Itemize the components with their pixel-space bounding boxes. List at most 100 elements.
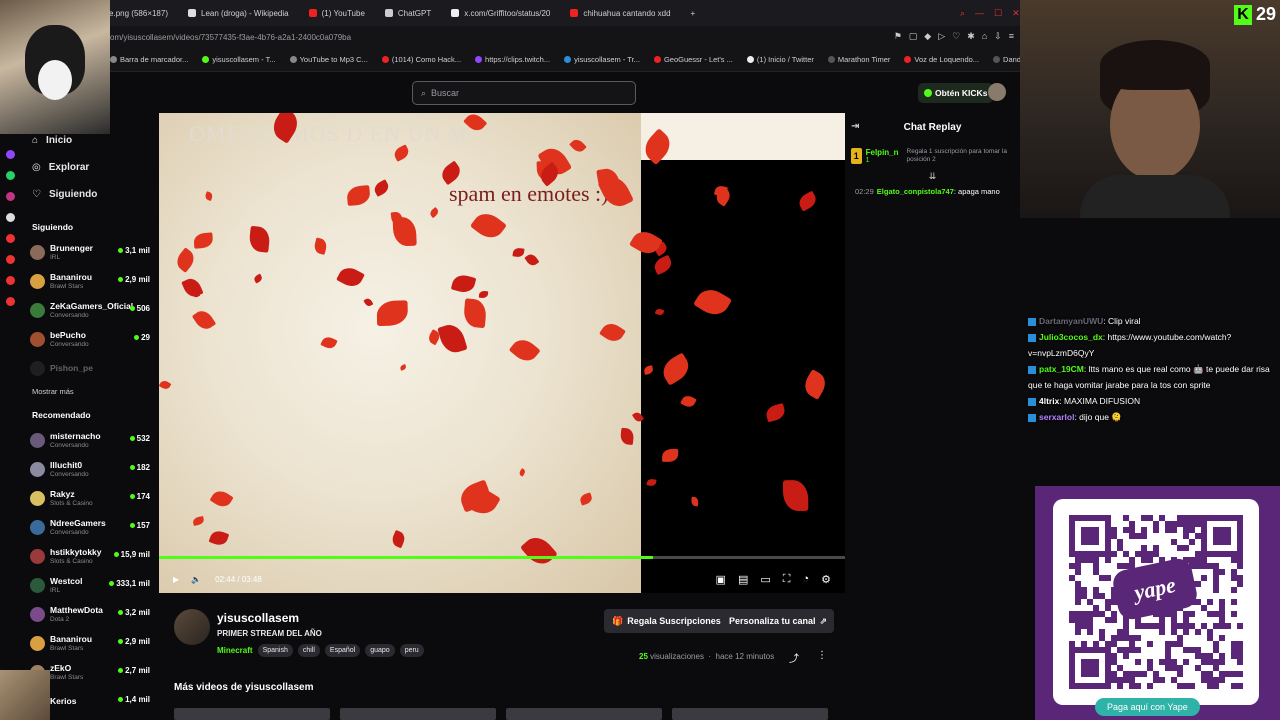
channel-meta: Bananirou Brawl Stars xyxy=(50,634,92,651)
channel-item[interactable]: hstikkytokky Slots & Casino 15,9 mil xyxy=(20,542,156,571)
bookmark-icon[interactable]: ⚑ xyxy=(894,31,902,42)
gift-subs-button[interactable]: 🎁 Regala Suscripciones xyxy=(604,609,729,633)
settings-gear-icon[interactable]: ⚙ xyxy=(821,573,831,586)
shield-icon[interactable]: ◆ xyxy=(924,31,931,42)
bookmark-item[interactable]: (1014) Como Hack... xyxy=(381,55,461,64)
heart-icon[interactable]: ♡ xyxy=(952,31,960,42)
customize-channel-button[interactable]: Personaliza tu canal ⇗ xyxy=(722,609,835,633)
channel-avatar[interactable] xyxy=(174,609,210,645)
bookmark-item[interactable]: Barra de marcador... xyxy=(110,55,188,64)
video-thumbnail[interactable] xyxy=(672,708,828,720)
lock-icon[interactable]: ⌂ xyxy=(982,31,987,42)
viewer-count: 3,1 mil xyxy=(118,246,150,255)
live-dot-icon xyxy=(129,465,135,470)
channel-item[interactable]: bePucho Conversando 29 xyxy=(20,325,156,354)
stream-tag[interactable]: chill xyxy=(297,644,320,657)
channel-item[interactable]: Bananirou Brawl Stars 2,9 mil xyxy=(20,629,156,658)
x-icon[interactable] xyxy=(5,213,15,222)
channel-item[interactable]: Brunenger IRL 3,1 mil xyxy=(20,238,156,267)
video-player[interactable]: OMENZAMOS D EN UN M spam en emotes :) ▶ … xyxy=(159,113,845,593)
browser-tab[interactable]: (1) YouTube xyxy=(299,0,375,26)
tiktok-icon[interactable] xyxy=(5,255,15,264)
maximize-icon[interactable]: ☐ xyxy=(994,8,1002,19)
pip-icon[interactable]: ▣ xyxy=(716,573,726,586)
url-text[interactable]: om/yisuscollasem/videos/73577435-f3ae-4b… xyxy=(110,33,351,42)
youtube-icon[interactable] xyxy=(5,234,15,243)
yape-pay-button[interactable]: Paga aquí con Yape xyxy=(1095,698,1200,716)
gift-leaderboard[interactable]: 1 Felpin_n 1 Regala 1 suscripción para t… xyxy=(845,141,1020,171)
user-avatar[interactable] xyxy=(988,83,1006,101)
bookmark-label: yisuscollasem - T... xyxy=(212,55,276,64)
kick-badge-icon xyxy=(1028,413,1036,422)
channel-name[interactable]: yisuscollasem xyxy=(217,611,299,625)
browser-tab[interactable]: Lean (droga) - Wikipedia xyxy=(178,0,299,26)
share-icon[interactable]: ⤴ xyxy=(789,650,799,665)
channel-meta: MatthewDota Dota 2 xyxy=(50,605,103,622)
category-link[interactable]: Minecraft xyxy=(217,646,253,655)
video-progress-bar[interactable] xyxy=(159,556,845,559)
search-input[interactable]: ⌕ Buscar xyxy=(412,81,636,105)
bookmark-item[interactable]: https://clips.twitch... xyxy=(475,55,550,64)
speed-icon[interactable]: ◔ xyxy=(802,573,809,586)
clip-icon[interactable]: ▤ xyxy=(738,573,748,586)
nav-siguiendo[interactable]: ♡ Siguiendo xyxy=(20,181,156,208)
stream-tag[interactable]: peru xyxy=(399,644,424,657)
whatsapp-icon[interactable] xyxy=(5,171,15,180)
bookmark-item[interactable]: yisuscollasem - Tr... xyxy=(564,55,640,64)
nav-explorar[interactable]: ◎ Explorar xyxy=(20,154,156,181)
theater-icon[interactable]: ▭ xyxy=(760,573,770,586)
browser-tab[interactable]: x.com/Griffitoo/status/20 xyxy=(441,0,560,26)
channel-item[interactable]: MatthewDota Dota 2 3,2 mil xyxy=(20,600,156,629)
search-icon[interactable]: ⌕ xyxy=(960,8,965,19)
new-tab-icon[interactable]: + xyxy=(681,0,706,26)
close-icon[interactable]: ✕ xyxy=(1012,8,1020,19)
bookmark-item[interactable]: (1) Inicio / Twitter xyxy=(746,55,814,64)
expand-icon[interactable]: ⇊ xyxy=(845,171,1020,183)
video-thumbnail[interactable] xyxy=(174,708,330,720)
show-more-link[interactable]: Mostrar más xyxy=(20,387,156,396)
tab-icon[interactable]: ▢ xyxy=(909,31,918,42)
play-icon[interactable]: ▶ xyxy=(173,575,179,584)
menu-icon[interactable]: ≡ xyxy=(1009,31,1014,42)
stream-tag[interactable]: Español xyxy=(324,644,361,657)
play-icon[interactable]: ▷ xyxy=(938,31,945,42)
get-kicks-button[interactable]: Obtén KICKs xyxy=(918,83,994,103)
instagram-icon[interactable] xyxy=(5,192,15,201)
stream-tag[interactable]: Spanish xyxy=(257,644,293,657)
collapse-chat-icon[interactable]: ⇥ xyxy=(851,121,859,132)
stream-tag[interactable]: guapo xyxy=(365,644,395,657)
channel-item[interactable]: Pishon_pe xyxy=(20,354,156,383)
channel-item[interactable]: NdreeGamers Conversando 157 xyxy=(20,513,156,542)
puzzle-icon[interactable]: ✱ xyxy=(967,31,975,42)
address-bar[interactable]: om/yisuscollasem/videos/73577435-f3ae-4b… xyxy=(0,26,1020,48)
bookmark-item[interactable]: GeoGuessr - Let's ... xyxy=(653,55,733,64)
channel-item[interactable]: ZeKaGamers_Oficial Conversando 506 xyxy=(20,296,156,325)
bookmark-label: GeoGuessr - Let's ... xyxy=(663,55,733,64)
bookmark-item[interactable]: Marathon Timer xyxy=(827,55,890,64)
settings-icon[interactable] xyxy=(5,297,15,306)
discord-icon[interactable] xyxy=(5,276,15,285)
channel-item[interactable]: Bananirou Brawl Stars 2,9 mil xyxy=(20,267,156,296)
bookmark-item[interactable]: Voz de Loquendo... xyxy=(904,55,979,64)
fullscreen-icon[interactable]: ⛶ xyxy=(783,573,791,586)
minimize-icon[interactable]: — xyxy=(975,8,984,18)
chat-username[interactable]: Elgato_conpistola747 xyxy=(877,187,954,196)
channel-item[interactable]: Rakyz Slots & Casino 174 xyxy=(20,484,156,513)
browser-tab[interactable]: ChatGPT xyxy=(375,0,441,26)
more-options-icon[interactable]: ⋮ xyxy=(817,650,827,661)
download-icon[interactable]: ⇩ xyxy=(994,31,1002,42)
browser-tab[interactable]: chihuahua cantando xdd xyxy=(560,0,680,26)
video-thumbnail[interactable] xyxy=(506,708,662,720)
volume-icon[interactable]: 🔈 xyxy=(191,575,201,584)
bookmark-item[interactable]: YouTube to Mp3 C... xyxy=(289,55,368,64)
channel-avatar xyxy=(30,578,45,593)
video-progress-fill xyxy=(159,556,653,559)
video-thumbnail[interactable] xyxy=(340,708,496,720)
channel-item[interactable]: Westcol IRL 333,1 mil xyxy=(20,571,156,600)
viewer-count-value: 182 xyxy=(136,463,150,472)
channel-item[interactable]: Illuchit0 Conversando 182 xyxy=(20,455,156,484)
twitch-icon[interactable] xyxy=(5,150,15,159)
channel-item[interactable]: misternacho Conversando 532 xyxy=(20,426,156,455)
kick-badge-icon xyxy=(1028,333,1036,342)
bookmark-item[interactable]: yisuscollasem - T... xyxy=(202,55,276,64)
